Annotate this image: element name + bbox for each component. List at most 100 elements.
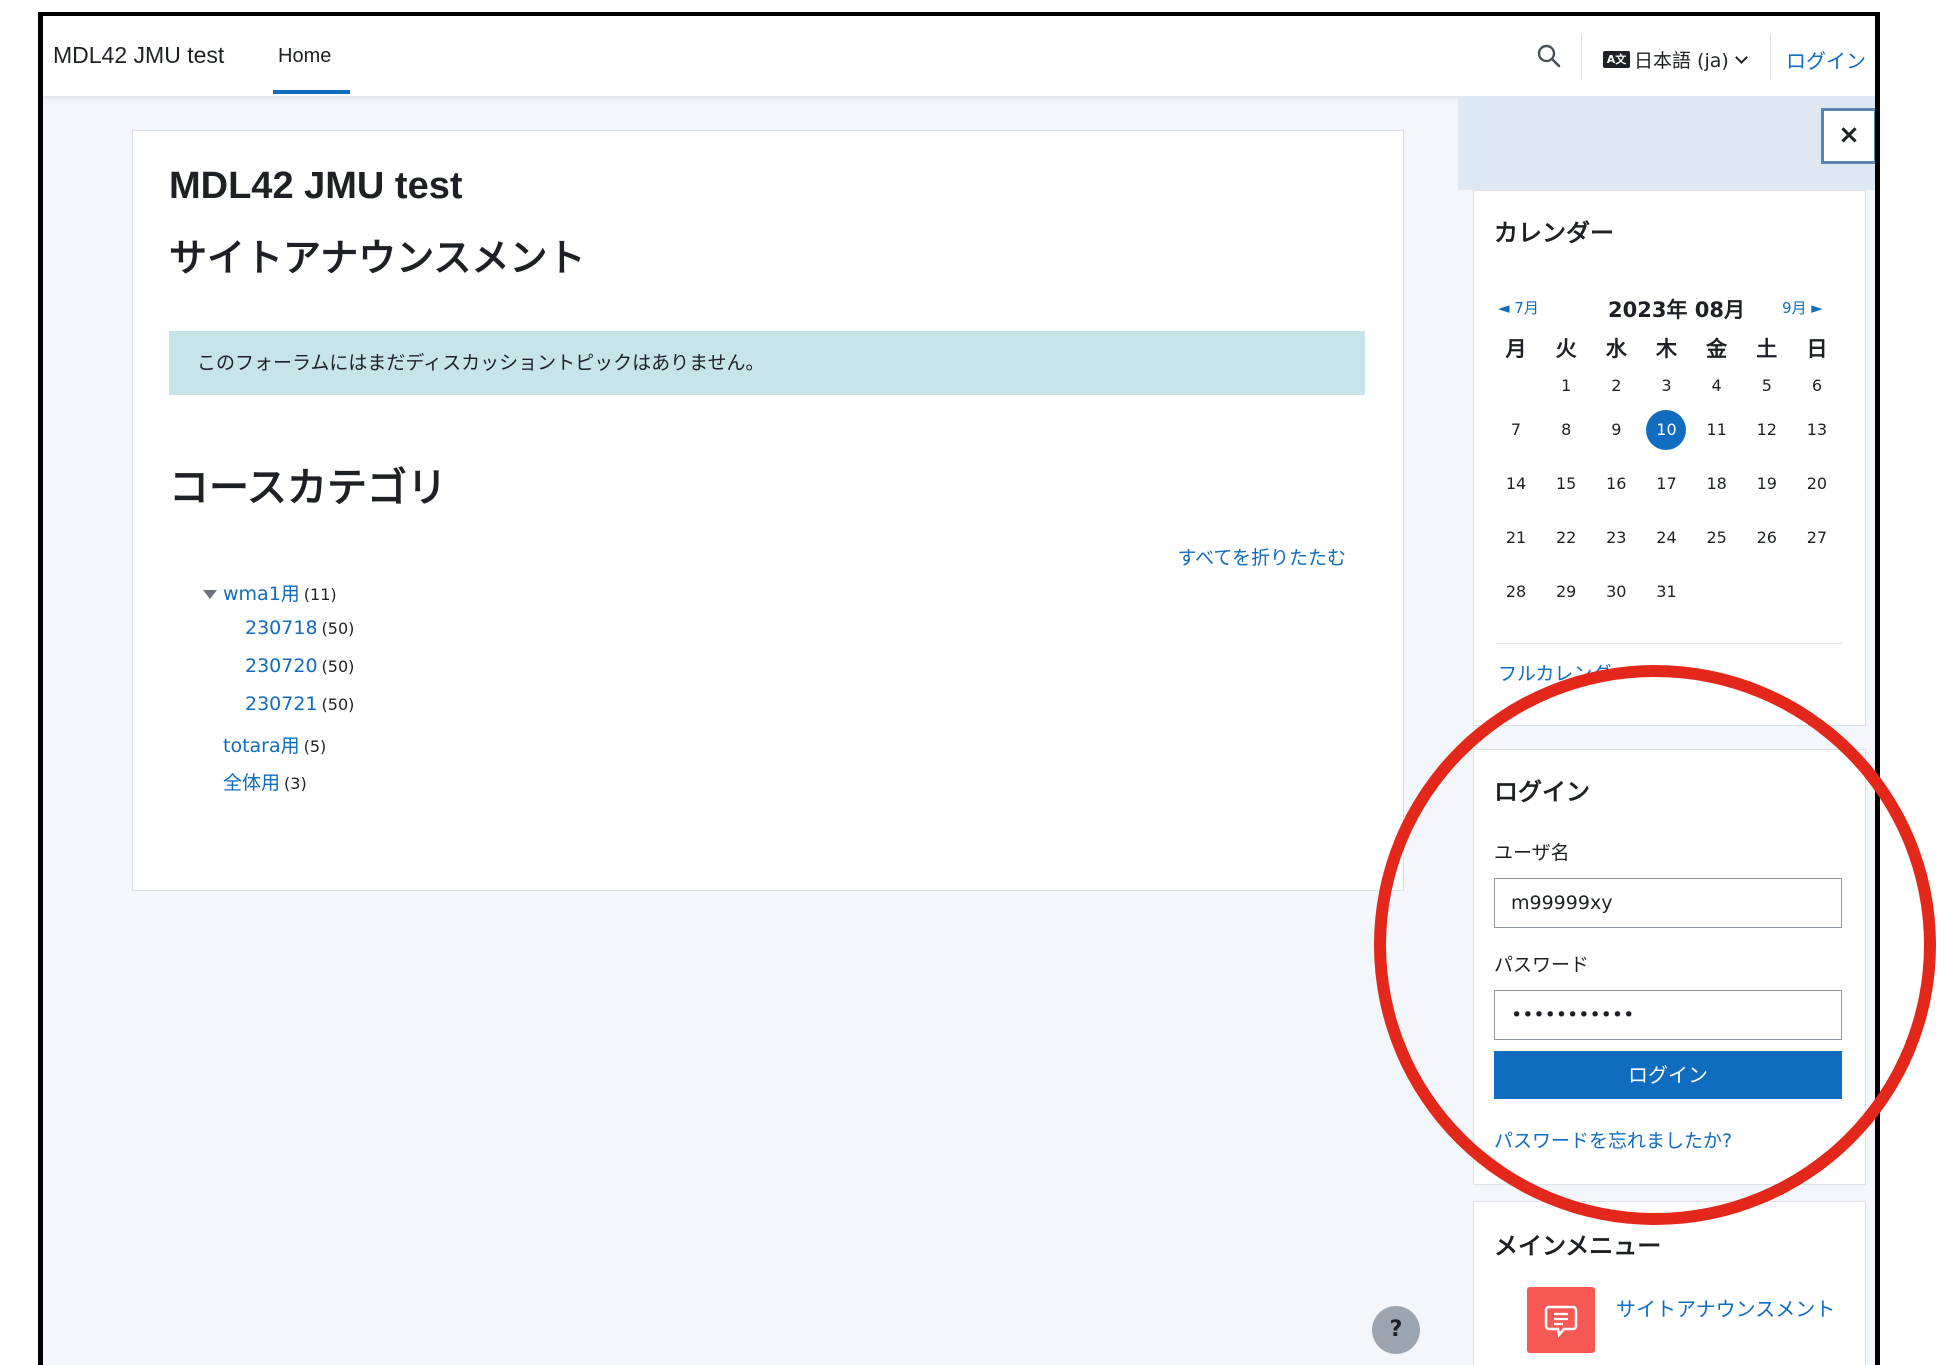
language-menu[interactable]: A文 日本語 (ja) <box>1603 46 1748 73</box>
nav-separator <box>1581 34 1582 80</box>
calendar-day[interactable]: 16 <box>1596 457 1636 511</box>
calendar-next-month-link[interactable]: 9月 ► <box>1782 297 1823 318</box>
calendar-day[interactable]: 11 <box>1697 403 1737 457</box>
calendar-weekday: 火 <box>1555 337 1577 361</box>
category-item[interactable]: 230720 (50) <box>245 655 354 677</box>
calendar-empty-day <box>1496 369 1536 403</box>
calendar-grid: 月火水木金土日 1 2 3 4 5 6 7 8 9 10 11 12 13 14 15 16 17 18 19 20 21… <box>1496 329 1837 619</box>
calendar-day[interactable]: 30 <box>1596 565 1636 619</box>
category-count: (11) <box>303 585 337 604</box>
password-input[interactable]: ••••••••••• <box>1494 990 1842 1040</box>
calendar-day[interactable]: 10 <box>1646 403 1687 457</box>
calendar-today-marker[interactable]: 10 <box>1646 410 1687 450</box>
course-categories-heading: コースカテゴリ <box>169 465 447 511</box>
calendar-day[interactable]: 8 <box>1546 403 1586 457</box>
calendar-day[interactable]: 18 <box>1697 457 1737 511</box>
calendar-week-row: 28 29 30 31 <box>1496 565 1837 619</box>
main-menu-title: メインメニュー <box>1494 1232 1662 1260</box>
calendar-week-row: 21 22 23 24 25 26 27 <box>1496 511 1837 565</box>
collapse-all-link[interactable]: すべてを折りたたむ <box>1177 543 1346 570</box>
category-count: (50) <box>321 695 355 714</box>
calendar-day[interactable]: 19 <box>1747 457 1787 511</box>
calendar-day[interactable]: 20 <box>1797 457 1837 511</box>
full-calendar-link[interactable]: フルカレンダー <box>1498 659 1630 686</box>
page-title: MDL42 JMU test <box>169 165 463 207</box>
calendar-prev-month-link[interactable]: ◄ 7月 <box>1498 297 1539 318</box>
calendar-day[interactable]: 25 <box>1697 511 1737 565</box>
username-label: ユーザ名 <box>1494 842 1570 864</box>
category-link[interactable]: wma1用 <box>223 583 300 605</box>
calendar-day[interactable]: 21 <box>1496 511 1536 565</box>
forgot-password-link[interactable]: パスワードを忘れましたか? <box>1494 1126 1732 1153</box>
calendar-weekday: 金 <box>1706 337 1728 361</box>
category-link[interactable]: 230718 <box>245 617 318 639</box>
expanded-triangle-icon[interactable] <box>203 590 217 599</box>
calendar-day[interactable]: 17 <box>1646 457 1686 511</box>
calendar-day[interactable]: 12 <box>1747 403 1787 457</box>
calendar-divider <box>1496 643 1843 644</box>
language-icon: A文 <box>1603 51 1630 68</box>
login-block: ログイン ユーザ名 m99999xy パスワード ••••••••••• ログイ… <box>1473 749 1866 1185</box>
browser-frame: MDL42 JMU test Home A文 日本語 (ja) ログイン MDL… <box>38 12 1880 1365</box>
category-link[interactable]: 230721 <box>245 693 318 715</box>
search-icon[interactable] <box>1536 43 1562 69</box>
calendar-day[interactable]: 15 <box>1546 457 1586 511</box>
calendar-day[interactable]: 22 <box>1546 511 1586 565</box>
calendar-weekday: 日 <box>1806 337 1828 361</box>
calendar-day[interactable]: 28 <box>1496 565 1536 619</box>
category-count: (50) <box>321 657 355 676</box>
calendar-day[interactable]: 2 <box>1596 369 1636 403</box>
calendar-day[interactable]: 27 <box>1797 511 1837 565</box>
chevron-down-icon <box>1734 50 1748 64</box>
calendar-week-row: 7 8 9 10 11 12 13 <box>1496 403 1837 457</box>
forum-icon[interactable] <box>1527 1287 1595 1353</box>
calendar-day[interactable]: 4 <box>1697 369 1737 403</box>
calendar-week-row: 14 15 16 17 18 19 20 <box>1496 457 1837 511</box>
main-content-card: MDL42 JMU test サイトアナウンスメント このフォーラムにはまだディ… <box>132 130 1404 891</box>
announcements-heading: サイトアナウンスメント <box>169 236 586 280</box>
calendar-day[interactable]: 7 <box>1496 403 1536 457</box>
calendar-day[interactable]: 31 <box>1646 565 1686 619</box>
category-item[interactable]: wma1用 (11) <box>203 579 337 606</box>
calendar-day[interactable]: 9 <box>1596 403 1636 457</box>
calendar-day[interactable]: 1 <box>1546 369 1586 403</box>
nav-home-link[interactable]: Home <box>278 45 331 68</box>
language-label: 日本語 (ja) <box>1634 50 1729 72</box>
category-item[interactable]: 230721 (50) <box>245 693 354 715</box>
calendar-weekday: 土 <box>1756 337 1778 361</box>
help-button[interactable]: ? <box>1372 1306 1420 1354</box>
category-count: (3) <box>284 774 307 793</box>
calendar-day[interactable]: 29 <box>1546 565 1586 619</box>
category-count: (5) <box>303 737 327 756</box>
category-item[interactable]: totara用 (5) <box>223 731 326 758</box>
calendar-day[interactable]: 24 <box>1646 511 1686 565</box>
calendar-weekday: 木 <box>1655 337 1677 361</box>
category-link[interactable]: 全体用 <box>223 772 280 794</box>
category-link[interactable]: 230720 <box>245 655 318 677</box>
nav-home-active-indicator <box>273 90 350 94</box>
calendar-day[interactable]: 5 <box>1747 369 1787 403</box>
calendar-day[interactable]: 23 <box>1596 511 1636 565</box>
login-button[interactable]: ログイン <box>1494 1051 1842 1099</box>
password-label: パスワード <box>1494 954 1590 976</box>
category-link[interactable]: totara用 <box>223 735 300 757</box>
nav-login-link[interactable]: ログイン <box>1786 45 1866 74</box>
main-menu-announcements-link[interactable]: サイトアナウンスメント <box>1616 1294 1836 1324</box>
calendar-day[interactable]: 13 <box>1797 403 1837 457</box>
calendar-day[interactable]: 14 <box>1496 457 1536 511</box>
calendar-weekday-row: 月火水木金土日 <box>1496 329 1837 369</box>
calendar-day[interactable]: 26 <box>1747 511 1787 565</box>
category-item[interactable]: 全体用 (3) <box>223 768 307 795</box>
calendar-empty-day <box>1697 565 1737 619</box>
close-drawer-button[interactable]: × <box>1821 108 1875 164</box>
block-drawer-header <box>1458 96 1875 190</box>
site-name-link[interactable]: MDL42 JMU test <box>53 42 224 69</box>
calendar-block: カレンダー ◄ 7月 2023年 08月 9月 ► 月火水木金土日1234567… <box>1473 190 1866 726</box>
username-input[interactable]: m99999xy <box>1494 878 1842 928</box>
calendar-weekday: 月 <box>1505 337 1527 361</box>
category-item[interactable]: 230718 (50) <box>245 617 354 639</box>
calendar-day[interactable]: 3 <box>1646 369 1686 403</box>
calendar-empty-day <box>1747 565 1787 619</box>
calendar-week-row: 123456 <box>1496 369 1837 403</box>
calendar-day[interactable]: 6 <box>1797 369 1837 403</box>
